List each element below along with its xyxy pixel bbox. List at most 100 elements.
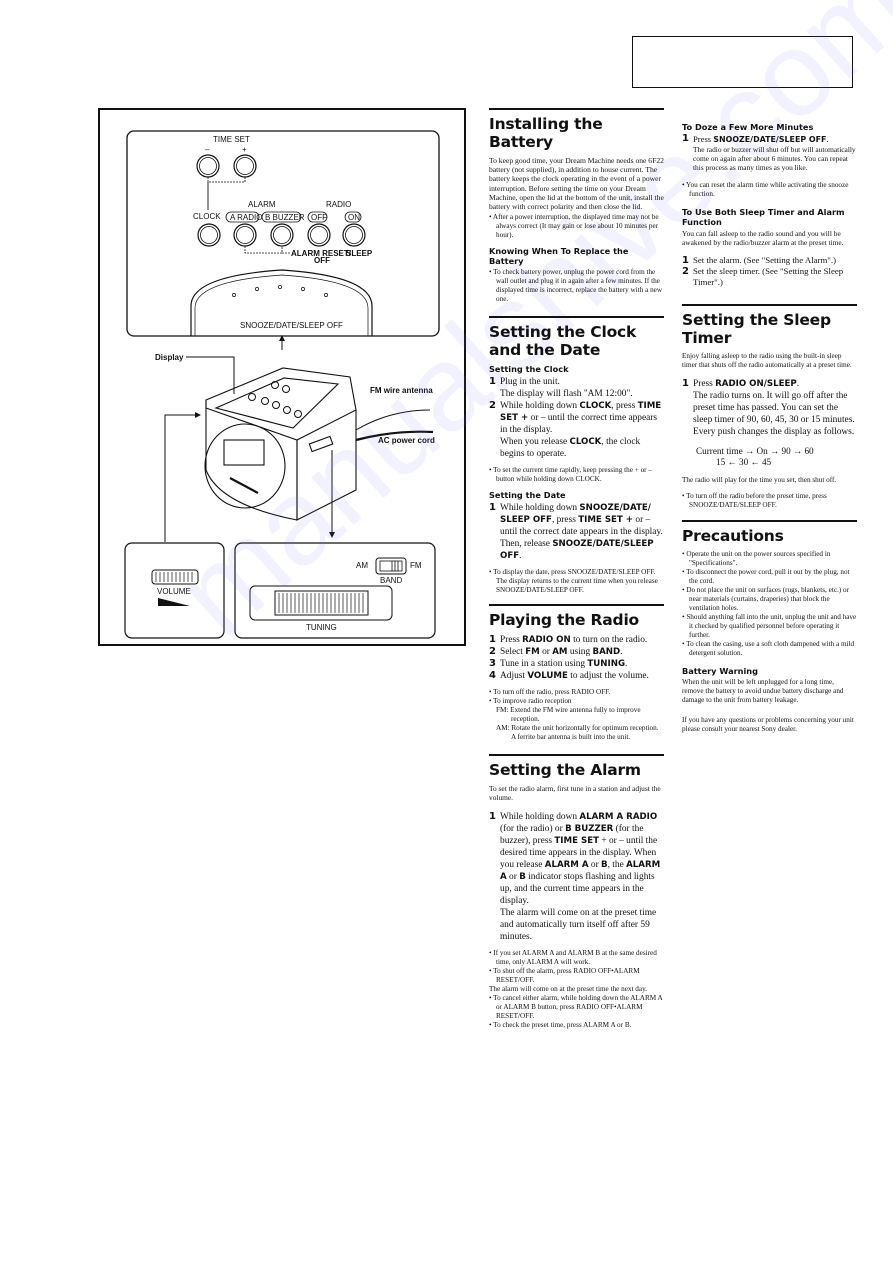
section-title: Setting the Clock and the Date	[489, 323, 637, 360]
radio-off-button	[307, 223, 331, 247]
step: 3 Tune in a station using TUNING.	[489, 658, 628, 670]
section-rule	[489, 604, 664, 607]
step: 1 Press SNOOZE/DATE/SLEEP OFF.	[682, 133, 829, 145]
alarm-label: ALARM	[248, 200, 276, 209]
band-switch	[379, 560, 403, 572]
am-note: AM: Rotate the unit horizontally for opt…	[496, 724, 659, 742]
display-label: Display	[155, 353, 184, 362]
step: 1 Plug in the unit. The display will flash…	[489, 376, 633, 400]
tuning-dial	[274, 590, 369, 616]
section-rule	[489, 316, 664, 319]
replace-note: • To check battery power, unplug the pow…	[489, 268, 663, 304]
precaution-item: • Should anything fall into the unit, un…	[682, 613, 857, 640]
section-precautions: Precautions • Operate the unit on the po…	[682, 520, 857, 734]
alarm-note: • To shut off the alarm, press RADIO OFF…	[489, 966, 640, 984]
alarm-a-button	[233, 223, 257, 247]
plus-label: +	[242, 145, 247, 154]
precaution-item: • Operate the unit on the power sources …	[682, 550, 831, 568]
section-title: Installing the Battery	[489, 115, 603, 151]
step: 1 While holding down ALARM A RADIO (for t…	[489, 810, 661, 942]
step: 2 Set the sleep timer. (See "Setting the …	[682, 266, 844, 288]
sleep-note: • To turn off the radio before the prese…	[682, 492, 827, 510]
snooze-label: SNOOZE/DATE/SLEEP OFF	[240, 321, 343, 330]
unit-diagram: TIME SET – + ALARM RADIO CLOCK A RADIO B…	[98, 108, 466, 646]
step: 1 Set the alarm. (See "Setting the Alarm"…	[682, 255, 837, 267]
off-label: OFF	[311, 213, 327, 222]
am-label: AM	[356, 561, 368, 570]
section-sleep-and-alarm: To Use Both Sleep Timer and Alarm Functi…	[682, 207, 857, 288]
step: 2 Select FM or AM using BAND.	[489, 646, 623, 658]
alarm-note: The alarm will come on at the preset tim…	[489, 984, 648, 993]
a-radio-label: A RADIO	[230, 213, 262, 222]
volume-wedge-icon	[158, 598, 190, 606]
radio-on-button	[342, 223, 366, 247]
precaution-item: • To clean the casing, use a soft cloth …	[682, 640, 855, 658]
section-playing-radio: Playing the Radio 1 Press RADIO ON to tur…	[489, 604, 664, 742]
section-title: Precautions	[682, 527, 784, 546]
section-rule	[682, 304, 857, 307]
fm-label: FM	[410, 561, 422, 570]
sleep-intro: Enjoy falling asleep to the radio using …	[682, 352, 852, 369]
section-setting-clock: Setting the Clock and the Date Setting t…	[489, 316, 664, 595]
radio-label: RADIO	[326, 200, 351, 209]
alarm-b-button	[270, 223, 294, 247]
radio-note: • To improve radio reception	[489, 697, 572, 706]
section-setting-alarm: Setting the Alarm To set the radio alarm…	[489, 754, 664, 1029]
doze-note: • You can reset the alarm time while act…	[682, 180, 849, 198]
minus-label: –	[205, 145, 210, 154]
step: 1 Press RADIO ON to turn on the radio.	[489, 634, 648, 646]
alarm-note: • To cancel either alarm, while holding …	[489, 993, 663, 1020]
step: 4 Adjust VOLUME to adjust the volume.	[489, 670, 649, 682]
subsection-title: Setting the Clock	[489, 364, 569, 375]
contact-note: If you have any questions or problems co…	[682, 716, 854, 734]
step: 1 While holding down SNOOZE/DATE/ SLEEP O…	[489, 502, 663, 562]
column-left: Installing the Battery To keep good time…	[489, 108, 664, 1030]
sleep-after: The radio will play for the time you set…	[682, 475, 837, 484]
subsection-title: Battery Warning	[682, 666, 758, 677]
sleep-sequence: Current time → On → 90 → 60 15 ← 30 ← 45	[696, 446, 857, 468]
time-minus-button	[196, 154, 220, 178]
precaution-item: • Do not place the unit on surfaces (rug…	[682, 586, 849, 613]
section-title: Setting the Sleep Timer	[682, 311, 831, 348]
top-panel	[126, 130, 440, 337]
fm-note: FM: Extend the FM wire antenna fully to …	[496, 706, 641, 724]
step: 1 Press RADIO ON/SLEEP. The radio turns on…	[682, 377, 855, 437]
alarm-note: • To check the preset time, press ALARM …	[489, 1020, 632, 1029]
tuning-label: TUNING	[306, 623, 337, 632]
time-plus-button	[233, 154, 257, 178]
section-rule	[489, 108, 664, 110]
alarm-intro: To set the radio alarm, first tune in a …	[489, 784, 661, 803]
sequence-bottom: 15 ← 30 ← 45	[716, 456, 772, 467]
battery-note: • After a power interruption, the displa…	[489, 213, 659, 240]
date-note: • To display the date, press SNOOZE/DATE…	[489, 568, 658, 595]
subsection-title: To Use Both Sleep Timer and Alarm Functi…	[682, 206, 845, 227]
b-buzzer-label: B BUZZER	[265, 213, 305, 222]
subsection-title: To Doze a Few More Minutes	[682, 122, 814, 132]
section-doze: To Doze a Few More Minutes 1 Press SNOOZE…	[682, 122, 857, 199]
section-title: Setting the Alarm	[489, 761, 641, 780]
ac-cord-label: AC power cord	[378, 436, 435, 445]
on-label: ON	[348, 213, 360, 222]
column-right: To Doze a Few More Minutes 1 Press SNOOZE…	[682, 108, 857, 736]
alarm-note: • If you set ALARM A and ALARM B at the …	[489, 948, 657, 966]
section-rule	[682, 520, 857, 523]
time-set-label: TIME SET	[213, 135, 250, 144]
volume-label: VOLUME	[157, 587, 191, 596]
both-intro: You can fall asleep to the radio sound a…	[682, 228, 844, 247]
battery-warning: When the unit will be left unplugged for…	[682, 678, 844, 705]
sleep-label: SLEEP	[346, 249, 373, 258]
header-box	[632, 36, 853, 88]
radio-note: • To turn off the radio, press RADIO OFF…	[489, 688, 611, 697]
clock-button	[197, 223, 221, 247]
section-rule	[489, 754, 664, 757]
fm-antenna-label: FM wire antenna	[370, 386, 433, 395]
clock-note: • To set the current time rapidly, keep …	[489, 466, 652, 484]
section-title: Playing the Radio	[489, 611, 640, 630]
alarm-reset-off-label: OFF	[314, 256, 330, 265]
band-label: BAND	[380, 576, 402, 585]
section-sleep-timer: Setting the Sleep Timer Enjoy falling as…	[682, 304, 857, 510]
precaution-item: • To disconnect the power cord, pull it …	[682, 568, 850, 586]
diagram-drawing: TIME SET – + ALARM RADIO CLOCK A RADIO B…	[124, 130, 440, 639]
clock-label: CLOCK	[193, 212, 221, 221]
subsection-title: Knowing When To Replace the Battery	[489, 246, 629, 267]
